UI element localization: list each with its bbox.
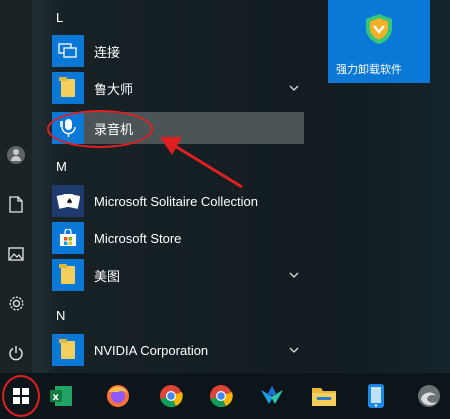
app-folder-nvidia[interactable]: NVIDIA Corporation [52,334,304,366]
excel-icon[interactable]: x [46,381,76,411]
chrome-icon[interactable] [206,381,236,411]
app-item-label: 连接 [94,44,121,60]
chevron-down-icon[interactable] [288,82,300,94]
solitaire-cards-icon: ♠ [52,185,84,217]
svg-text:♠: ♠ [66,197,73,206]
user-avatar-icon[interactable] [6,145,26,165]
app-icon[interactable] [257,381,287,411]
document-icon[interactable] [6,194,26,214]
app-item-label: Microsoft Store [94,230,182,246]
firefox-icon[interactable] [103,381,133,411]
app-folder-ludashi[interactable]: 鲁大师 [52,72,304,104]
svg-text:x: x [53,392,60,403]
connect-icon [52,35,84,67]
folder-icon [52,334,84,366]
app-item-connect[interactable]: 连接 [52,35,304,67]
chevron-down-icon[interactable] [288,269,300,281]
chrome-icon[interactable] [156,381,186,411]
folder-icon [52,259,84,291]
section-letter-n[interactable]: N [56,308,65,323]
app-item-label: 美图 [94,268,121,284]
app-item-label: Microsoft Solitaire Collection [94,193,259,209]
app-item-microsoft-store[interactable]: Microsoft Store [52,222,304,254]
annotation-arrow-icon [160,137,243,189]
settings-gear-icon[interactable] [6,293,26,313]
section-letter-l[interactable]: L [56,10,63,25]
section-letter-m[interactable]: M [56,159,67,174]
edge-icon[interactable] [414,381,444,411]
annotation-circle [2,375,40,417]
pictures-icon[interactable] [6,244,26,264]
chevron-down-icon[interactable] [288,344,300,356]
annotation-circle [47,110,153,148]
uninstaller-shield-icon [366,14,392,44]
store-bag-icon [52,222,84,254]
file-explorer-icon[interactable] [309,381,339,411]
taskbar: x [0,373,450,419]
pinned-tile-label: 强力卸载软件 [336,64,402,76]
start-left-rail [0,0,32,373]
app-item-label: NVIDIA Corporation [94,342,209,358]
app-folder-meitu[interactable]: 美图 [52,259,304,291]
folder-icon [52,72,84,104]
power-icon[interactable] [6,343,26,363]
pinned-tile-uninstaller[interactable]: 强力卸载软件 [328,0,430,83]
phone-link-icon[interactable] [361,381,391,411]
app-item-label: 鲁大师 [94,81,134,97]
